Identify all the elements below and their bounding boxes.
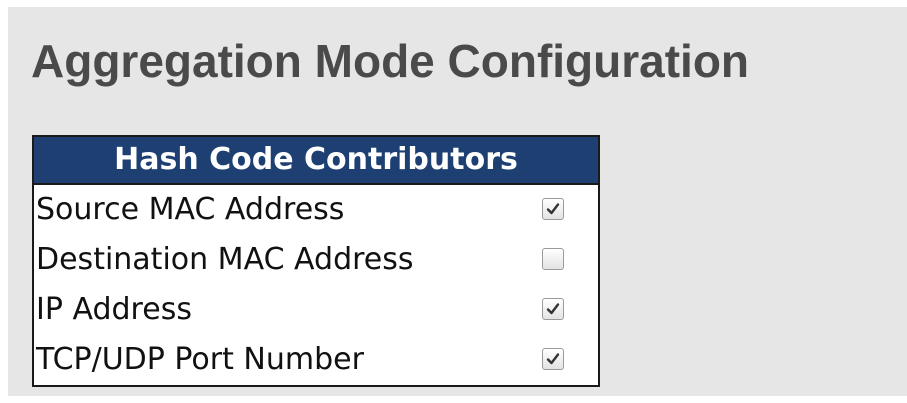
tcp-udp-port-number-checkbox[interactable] <box>542 348 564 370</box>
check-icon <box>546 353 560 365</box>
check-icon <box>546 303 560 315</box>
ip-address-label: IP Address <box>36 292 192 327</box>
ip-address-checkbox[interactable] <box>542 298 564 320</box>
table-row: IP Address <box>34 285 598 335</box>
source-mac-address-label: Source MAC Address <box>36 192 345 227</box>
table-row: Destination MAC Address <box>34 235 598 285</box>
source-mac-address-checkbox[interactable] <box>542 198 564 220</box>
destination-mac-address-label: Destination MAC Address <box>36 242 414 277</box>
destination-mac-address-checkbox[interactable] <box>542 248 564 270</box>
tcp-udp-port-number-label: TCP/UDP Port Number <box>36 342 364 377</box>
table-row: Source MAC Address <box>34 185 598 235</box>
table-row: TCP/UDP Port Number <box>34 335 598 385</box>
table-header: Hash Code Contributors <box>34 137 598 185</box>
hash-code-contributors-table: Hash Code Contributors Source MAC Addres… <box>32 135 600 387</box>
check-icon <box>546 203 560 215</box>
page-title: Aggregation Mode Configuration <box>31 35 750 87</box>
main-panel: Aggregation Mode Configuration Hash Code… <box>8 7 907 396</box>
